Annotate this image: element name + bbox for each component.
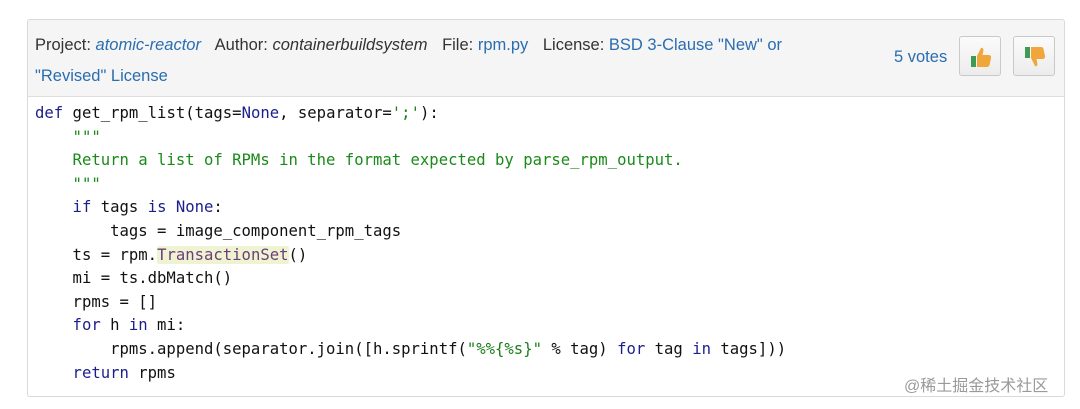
code-line: rpms = []	[35, 292, 158, 311]
license-link[interactable]: BSD 3-Clause "New" or	[609, 36, 782, 54]
downvote-button[interactable]	[1013, 36, 1055, 76]
example-meta: Project: atomic-reactor Author: containe…	[35, 30, 875, 92]
file-link[interactable]: rpm.py	[478, 36, 528, 54]
code-line: if tags is None:	[35, 198, 223, 217]
code-line: mi = ts.dbMatch()	[35, 269, 233, 288]
vote-count[interactable]: 5 votes	[894, 48, 947, 67]
file-label: File:	[442, 36, 474, 54]
code-block: def get_rpm_list(tags=None, separator=';…	[35, 102, 786, 385]
code-line: return rpms	[35, 363, 176, 382]
thumbs-down-icon	[1025, 47, 1046, 67]
project-label: Project:	[35, 36, 91, 54]
author-name: containerbuildsystem	[272, 36, 428, 54]
code-line: tags = image_component_rpm_tags	[35, 221, 402, 240]
upvote-button[interactable]	[959, 36, 1001, 76]
code-line: rpms.append(separator.join([h.sprintf("%…	[35, 339, 787, 358]
code-line: """	[35, 174, 101, 193]
thumbs-up-icon	[971, 47, 992, 67]
watermark: @稀土掘金技术社区	[904, 378, 1049, 395]
license-link-cont[interactable]: "Revised" License	[35, 67, 168, 85]
highlighted-symbol[interactable]: TransactionSet	[157, 245, 289, 264]
code-line: Return a list of RPMs in the format expe…	[35, 151, 683, 170]
project-link[interactable]: atomic-reactor	[96, 36, 201, 54]
code-example-card: Project: atomic-reactor Author: containe…	[27, 19, 1065, 397]
code-line: def get_rpm_list(tags=None, separator=';…	[35, 104, 439, 122]
author-label: Author:	[214, 36, 268, 54]
example-header: Project: atomic-reactor Author: containe…	[28, 20, 1064, 97]
code-line: ts = rpm.TransactionSet()	[35, 245, 308, 264]
license-label: License:	[542, 36, 605, 54]
code-line: for h in mi:	[35, 316, 186, 335]
code-line: """	[35, 127, 101, 146]
